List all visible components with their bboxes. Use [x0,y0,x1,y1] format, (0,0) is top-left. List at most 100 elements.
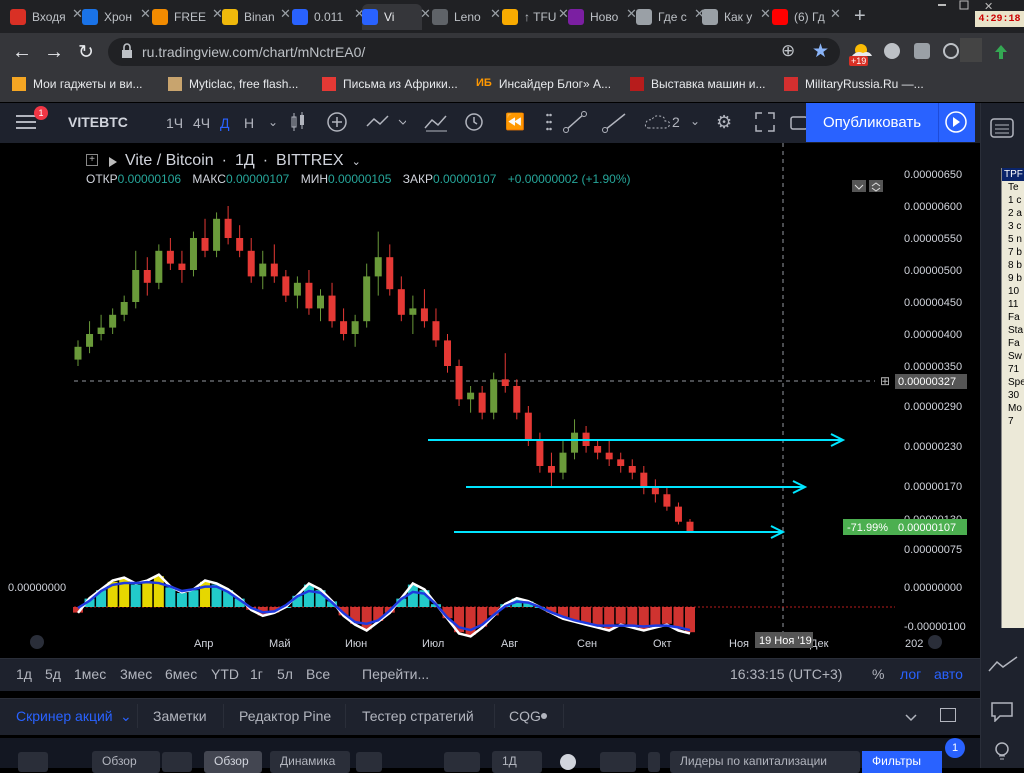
lightbulb-icon[interactable] [990,740,1014,767]
publish-button[interactable]: Опубликовать [806,103,938,142]
chevron-down-icon[interactable]: ⌄ [690,114,700,128]
range-button[interactable]: 5д [45,666,61,682]
browser-tab[interactable]: Как у [702,4,762,30]
range-button[interactable]: Все [306,666,330,682]
bookmark-item[interactable]: MilitaryRussia.Ru —... [784,77,924,91]
chat-icon[interactable] [990,700,1014,727]
log-toggle[interactable]: лог [900,666,921,682]
reload-button[interactable]: ↻ [78,41,94,64]
url-text[interactable]: ru.tradingview.com/chart/mNctrEA0/ [142,44,365,60]
trend-line-tool-icon[interactable] [563,111,587,138]
browser-tab[interactable]: ↑ TFU [502,4,560,30]
interval-button[interactable]: Н [244,115,254,131]
chart-interval[interactable]: 1Д [235,152,255,170]
star-icon[interactable]: ★ [812,40,829,63]
filters-button[interactable]: Фильтры [862,751,942,773]
expand-legend-icon[interactable]: + [86,154,98,166]
add-indicator-icon[interactable] [327,112,347,137]
browser-tab[interactable]: (6) Гд [772,4,832,30]
collapse-panel-icon[interactable] [905,710,917,722]
overview-tab[interactable]: Обзор [204,751,262,773]
panel-tab[interactable]: Скринер акций [16,708,113,724]
range-button[interactable]: 3мес [120,666,152,682]
add-bookmark-icon[interactable]: ⊕ [781,41,795,61]
cloud-icon[interactable] [644,113,672,136]
chart-title[interactable]: Vite / Bitcoin [125,152,214,170]
side-window[interactable]: TPF Te 1 c 2 a 3 c 5 n 7 b 8 b 9 b 10 11 Fa Sta Fa Sw… [1001,168,1024,628]
tab-close-icon[interactable]: ✕ [420,6,431,22]
forward-button[interactable]: → [44,41,64,64]
more-tabs-icon[interactable] [356,752,382,772]
overview-select[interactable]: Обзор [92,751,160,773]
browser-tab[interactable]: FREE [152,4,214,30]
new-tab-button[interactable]: + [854,5,866,28]
range-button[interactable]: 1мес [74,666,106,682]
timezone-clock[interactable]: 16:33:15 (UTC+3) [730,666,842,682]
update-arrow-icon[interactable] [994,44,1008,60]
chevron-down-icon[interactable]: ⌄ [352,155,361,168]
panel-tab[interactable]: CQG [509,708,541,724]
browser-tab[interactable]: 0.011 [292,4,356,30]
trend-panel-icon[interactable] [988,655,1018,680]
percent-toggle[interactable]: % [872,666,884,682]
interval-select[interactable]: 1Д [492,751,542,773]
tab-close-icon[interactable]: ✕ [760,6,771,22]
compare-icon[interactable] [424,112,448,137]
indicators-icon[interactable] [366,112,408,137]
chart-exchange[interactable]: BITTREX [276,152,344,170]
panel-tab[interactable]: Редактор Pine [239,708,331,724]
browser-tab[interactable]: Ново [568,4,628,30]
chevron-down-icon[interactable]: ⌄ [268,115,278,129]
interval-button[interactable]: 4Ч [193,115,210,131]
range-button[interactable]: YTD [211,666,239,682]
interval-button[interactable]: 1Ч [166,115,183,131]
range-button[interactable]: 5л [277,666,293,682]
browser-tab[interactable]: Binan [222,4,282,30]
candles-style-icon[interactable] [290,112,306,137]
back-button[interactable]: ← [12,41,32,64]
weather-extension-icon[interactable]: +19 [849,42,873,66]
fullscreen-icon[interactable] [755,112,775,137]
settings-gear-icon[interactable]: ⚙ [716,112,732,133]
bookmark-item[interactable]: Письма из Африки... [322,77,458,91]
columns-icon[interactable] [162,752,192,772]
browser-tab[interactable]: Vi [362,4,422,30]
auto-toggle[interactable]: авто [934,666,963,682]
menu-icon[interactable] [16,113,36,136]
bookmark-item[interactable]: Мои гаджеты и ви... [12,77,143,91]
alert-icon[interactable] [463,111,485,138]
drag-handle-icon[interactable] [546,113,552,136]
layout-count[interactable]: 2 [672,114,680,130]
browser-tab[interactable]: Leno [432,4,492,30]
extension-icon[interactable] [943,43,959,59]
goto-date-button[interactable]: Перейти... [362,666,429,682]
chart-canvas[interactable]: 0.00000650 0.00000600 0.00000550 0.00000500… [0,143,980,658]
tab-close-icon[interactable]: ✕ [140,6,151,22]
ray-tool-icon[interactable] [602,111,628,138]
range-button[interactable]: 1г [250,666,263,682]
browser-tab[interactable]: Входя [10,4,74,30]
profile-avatar[interactable] [960,38,982,62]
replay-icon[interactable]: ⏪ [505,112,525,132]
browser-tab[interactable]: Хрон [82,4,142,30]
refresh-icon[interactable] [18,752,48,772]
maximize-panel-icon[interactable] [940,708,956,722]
range-button[interactable]: 1д [16,666,32,682]
alert-clock-icon[interactable] [600,752,636,772]
collapse-pane-icon[interactable] [852,180,866,192]
leaders-select[interactable]: Лидеры по капитализации [670,751,860,773]
play-button[interactable] [938,103,975,142]
panel-tab[interactable]: Тестер стратегий [362,708,474,724]
browser-tab[interactable]: Где с [636,4,696,30]
hide-icon[interactable] [108,155,118,173]
tab-close-icon[interactable]: ✕ [830,6,841,22]
bookmark-item[interactable]: ИБ Инсайдер Блог» А... [476,77,611,91]
panel-tab[interactable]: Заметки [153,708,207,724]
watchlist-icon[interactable] [990,118,1014,143]
puzzle-extension-icon[interactable] [914,43,930,59]
tab-close-icon[interactable]: ✕ [280,6,291,22]
tab-close-icon[interactable]: ✕ [490,6,501,22]
globe-extension-icon[interactable] [884,43,900,59]
chevron-down-icon[interactable]: ⌄ [120,708,132,725]
symbol-search[interactable]: VITEBTC [68,114,128,130]
